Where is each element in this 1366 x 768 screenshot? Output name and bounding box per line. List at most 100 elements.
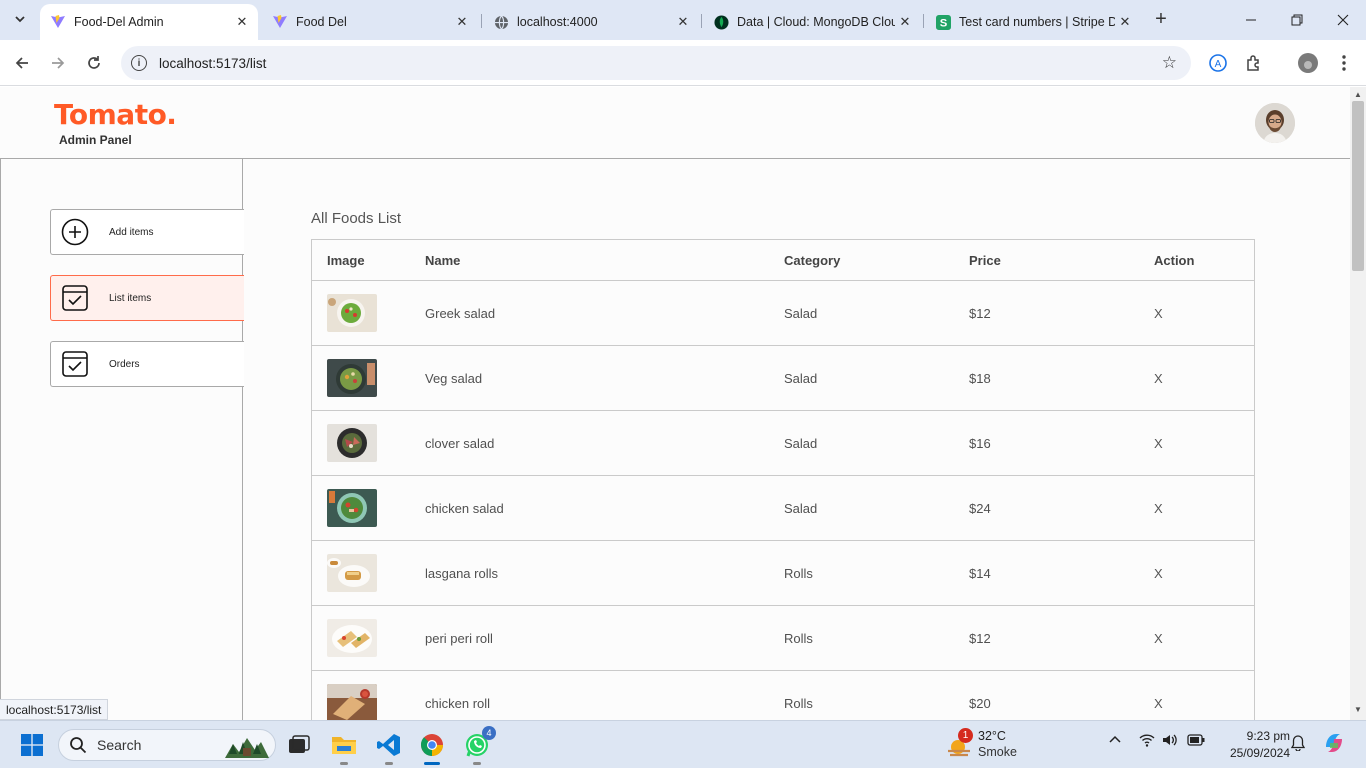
column-header-image: Image [327,252,365,268]
close-tab-icon[interactable]: ✕ [452,14,472,30]
food-category: Rolls [784,565,813,581]
food-image [327,294,377,332]
tab-separator [923,14,924,28]
remove-item-button[interactable]: X [1154,436,1269,451]
close-tab-icon[interactable]: ✕ [673,14,693,30]
tab-title: localhost:4000 [517,15,598,29]
remove-item-button[interactable]: X [1154,566,1269,581]
table-row: Greek salad Salad $12 X [312,281,1254,346]
column-header-category: Category [784,252,841,268]
copilot-icon[interactable] [1322,731,1346,758]
browser-tab-strip: Food-Del Admin ✕ Food Del ✕ localhost:40… [0,0,1366,40]
minimize-icon [1246,19,1256,21]
remove-item-button[interactable]: X [1154,371,1269,386]
remove-item-button[interactable]: X [1154,631,1269,646]
tab-food-del[interactable]: Food Del ✕ [262,4,478,40]
table-row: clover salad Salad $16 X [312,411,1254,476]
table-row: peri peri roll Rolls $12 X [312,606,1254,671]
site-info-icon[interactable]: i [131,55,147,71]
page-scrollbar[interactable]: ▲ ▼ [1350,87,1366,720]
taskbar-search[interactable]: Search [58,729,276,761]
new-tab-button[interactable]: + [1150,9,1172,31]
taskbar-app-whatsapp[interactable]: 4 [461,726,496,765]
extension-translate-button[interactable]: A [1206,51,1230,75]
kebab-menu-icon [1342,55,1346,71]
table-row: lasgana rolls Rolls $14 X [312,541,1254,606]
table-row: Veg salad Salad $18 X [312,346,1254,411]
add-circle-icon [60,217,90,247]
scrollbar-thumb[interactable] [1352,101,1364,271]
food-image [327,554,377,592]
close-tab-icon[interactable]: ✕ [895,14,915,30]
forward-button[interactable] [46,51,70,75]
scroll-down-arrow-icon[interactable]: ▼ [1354,705,1362,714]
tab-mongodb[interactable]: Data | Cloud: MongoDB Clou ✕ [703,4,921,40]
running-indicator [473,762,481,765]
column-header-action: Action [1154,252,1195,268]
food-price: $24 [969,500,991,516]
system-clock[interactable]: 9:23 pm 25/09/2024 [1210,728,1290,762]
tab-localhost-4000[interactable]: localhost:4000 ✕ [483,4,699,40]
volume-icon[interactable] [1162,733,1178,750]
logo-subtitle: Admin Panel [59,133,132,147]
battery-icon[interactable] [1187,733,1205,749]
tab-food-del-admin[interactable]: Food-Del Admin ✕ [40,4,258,40]
bookmark-star-icon[interactable]: ☆ [1162,53,1177,73]
address-bar[interactable]: i localhost:5173/list ☆ [121,46,1191,80]
admin-page: Tomato. Admin Panel Add items List items… [0,87,1350,720]
extensions-button[interactable] [1242,51,1266,75]
taskbar-app-chrome[interactable] [416,729,448,765]
admin-navbar: Tomato. Admin Panel [0,87,1350,159]
weather-temperature: 32°C [978,729,1006,743]
remove-item-button[interactable]: X [1154,306,1269,321]
food-category: Salad [784,370,818,386]
back-button[interactable] [10,51,34,75]
sidebar-item-add-items[interactable]: Add items [50,209,244,255]
food-category: Rolls [784,695,813,711]
foods-table: Image Name Category Price Action Greek s… [311,239,1255,720]
logo[interactable]: Tomato. [54,98,177,131]
profile-button[interactable] [1296,51,1320,75]
food-price: $12 [969,305,991,321]
taskbar-app-task-view[interactable] [283,729,315,761]
notification-badge: 4 [482,726,496,740]
sidebar: Add items List items Orders [0,159,244,720]
close-tab-icon[interactable]: ✕ [232,14,252,30]
tab-title: Data | Cloud: MongoDB Clou [737,15,895,29]
minimize-button[interactable] [1228,0,1274,40]
scroll-up-arrow-icon[interactable]: ▲ [1354,90,1362,99]
profile-photo-icon [1255,103,1295,143]
remove-item-button[interactable]: X [1154,501,1269,516]
tab-title: Food Del [296,15,347,29]
tab-search-button[interactable] [9,8,31,30]
food-name: lasgana rolls [425,565,498,581]
restore-button[interactable] [1274,0,1320,40]
browser-menu-button[interactable] [1332,51,1356,75]
tab-stripe[interactable]: S Test card numbers | Stripe Do ✕ [925,4,1141,40]
close-window-button[interactable] [1320,0,1366,40]
search-highlight-landscape-icon [225,738,269,758]
sidebar-item-orders[interactable]: Orders [50,341,244,387]
remove-item-button[interactable]: X [1154,696,1269,711]
orders-icon [60,349,90,379]
vite-icon [272,14,288,30]
link-status-bubble: localhost:5173/list [0,699,109,720]
food-category: Salad [784,435,818,451]
wifi-icon[interactable] [1139,733,1155,750]
food-price: $20 [969,695,991,711]
taskbar-app-file-explorer[interactable] [328,729,360,765]
food-name: peri peri roll [425,630,493,646]
weather-widget[interactable]: 1 32°C Smoke [946,727,1056,763]
reload-button[interactable] [82,51,106,75]
tab-title: Test card numbers | Stripe Do [959,15,1115,29]
weather-condition: Smoke [978,745,1017,759]
notification-bell-icon[interactable] [1290,735,1306,754]
start-button[interactable] [21,734,43,756]
sidebar-item-list-items[interactable]: List items [50,275,244,321]
profile-avatar[interactable] [1255,103,1295,143]
food-image [327,684,377,720]
show-hidden-icons-chevron-up-icon[interactable] [1109,733,1121,749]
close-tab-icon[interactable]: ✕ [1115,14,1135,30]
active-indicator [424,762,440,765]
taskbar-app-vscode[interactable] [373,729,405,765]
